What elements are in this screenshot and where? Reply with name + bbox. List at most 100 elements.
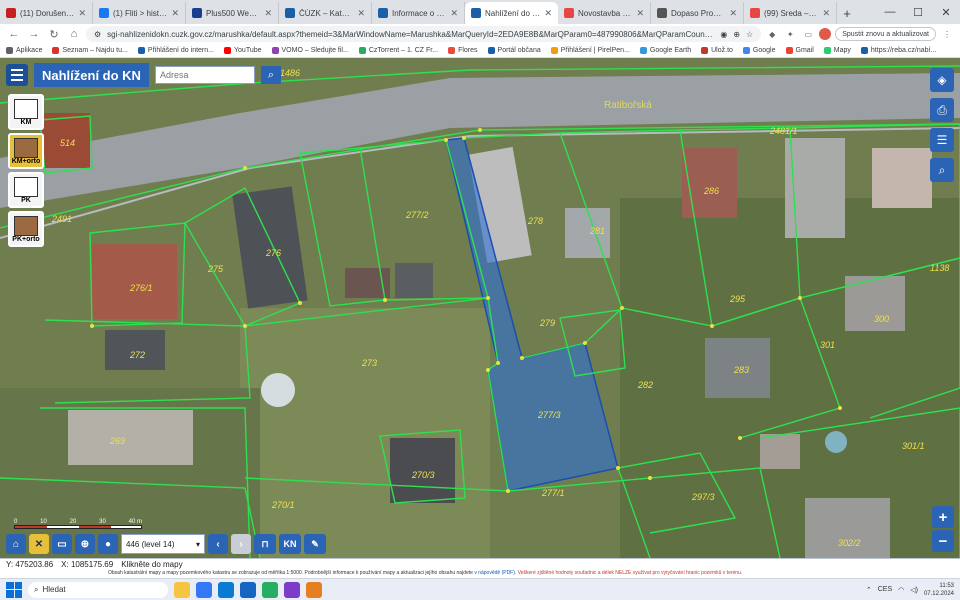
site-info-icon[interactable]: ⚙	[94, 30, 101, 39]
parcel-label[interactable]: 514	[60, 138, 75, 148]
next-view-button[interactable]: ›	[231, 534, 251, 554]
parcel-label[interactable]: 1138	[930, 263, 949, 273]
crosshair-icon[interactable]: ⊕	[75, 534, 95, 554]
parcel-label[interactable]: 301/1	[902, 441, 925, 451]
bookmark-item[interactable]: Seznam – Najdu tu...	[52, 47, 128, 54]
browser-tab[interactable]: (99) Sreda – Lu... ✕	[744, 2, 837, 24]
parcel-label[interactable]: 272	[130, 350, 145, 360]
update-button[interactable]: Spustit znovu a aktualizovat	[835, 27, 936, 41]
edge-icon[interactable]	[218, 581, 234, 598]
parcel-label[interactable]: 1486	[280, 68, 300, 78]
browser-tab[interactable]: Plus500 Webová plo... ✕	[186, 2, 279, 24]
browser-tab[interactable]: Nahlížení do katastr...✕	[465, 2, 558, 24]
chevron-up-icon[interactable]: ⌃	[866, 586, 872, 594]
scale-select[interactable]: 446 (level 14) ▾	[121, 534, 205, 554]
parcel-label[interactable]: 295	[730, 294, 745, 304]
parcel-label[interactable]: 301	[820, 340, 835, 350]
feedback-icon[interactable]: ✎	[304, 534, 326, 554]
windows-start-icon[interactable]	[6, 581, 22, 598]
parcel-label[interactable]: 270/3	[412, 470, 435, 480]
omnibox[interactable]: ⚙ sgi-nahlizenidokn.cuzk.gov.cz/marushka…	[86, 26, 762, 42]
location-pin-icon[interactable]: ●	[98, 534, 118, 554]
zoom-out-button[interactable]: −	[932, 530, 954, 552]
parcel-label[interactable]: 282	[638, 380, 653, 390]
fullscreen-icon[interactable]: ▭	[52, 534, 72, 554]
parcel-label[interactable]: 2491	[52, 214, 72, 224]
parcel-label[interactable]: 278	[528, 216, 543, 226]
legend-icon[interactable]: ☰	[930, 128, 954, 152]
bookmark-item[interactable]: VOMO – Sledujte fil...	[271, 47, 349, 54]
volume-icon[interactable]: ◁)	[910, 586, 918, 594]
bookmark-item[interactable]: Přihlášení | PirelPen...	[550, 47, 630, 54]
new-tab-button[interactable]: +	[837, 2, 857, 24]
bookmark-item[interactable]: Flores	[448, 47, 478, 54]
parcel-label[interactable]: 276	[266, 248, 281, 258]
parcel-label[interactable]: 302/2	[838, 538, 861, 548]
search-map-icon[interactable]: ⌕	[930, 158, 954, 182]
chrome-icon[interactable]	[196, 581, 212, 598]
bookmark-item[interactable]: Aplikace	[6, 47, 42, 54]
search-icon[interactable]: ⌕	[260, 66, 281, 84]
menu-kebab-icon[interactable]: ⋮	[940, 27, 954, 41]
layer-button[interactable]: PK	[8, 172, 44, 208]
bookmark-item[interactable]: Portál občana	[487, 47, 541, 54]
parcel-label[interactable]: 281	[590, 226, 605, 236]
home-extent-icon[interactable]: ⌂	[6, 534, 26, 554]
cursor-tool-icon[interactable]: ✕	[29, 534, 49, 554]
tab-close-icon[interactable]: ✕	[264, 8, 272, 19]
profile-avatar[interactable]	[819, 28, 832, 40]
browser-tab[interactable]: Dopaso Property – vi... ✕	[651, 2, 744, 24]
layers-icon[interactable]: ◈	[930, 68, 954, 92]
parcel-label[interactable]: 277/3	[538, 410, 561, 420]
sidepanel-icon[interactable]: ▭	[801, 27, 815, 41]
bookmark-item[interactable]: YouTube	[224, 47, 262, 54]
map-canvas[interactable]	[0, 58, 960, 558]
help-pdf-link[interactable]: v nápovědě (PDF)	[474, 570, 515, 576]
tab-close-icon[interactable]: ✕	[729, 8, 737, 19]
back-icon[interactable]: ←	[6, 26, 22, 42]
extension-icon[interactable]: ◆	[765, 27, 779, 41]
parcel-label[interactable]: 276/1	[130, 283, 153, 293]
bookmark-item[interactable]: Mapy	[823, 47, 851, 54]
address-search-input[interactable]	[154, 66, 255, 84]
parcel-label[interactable]: 300	[874, 314, 889, 324]
layer-button[interactable]: KM+orto	[8, 133, 44, 169]
tab-close-icon[interactable]: ✕	[822, 8, 830, 19]
parcel-label[interactable]: 273	[362, 358, 377, 368]
app-icon[interactable]	[306, 581, 322, 598]
browser-tab[interactable]: Informace o pozemku ✕	[372, 2, 465, 24]
browser-tab[interactable]: (11) Dorušená – Sez... ✕	[0, 2, 93, 24]
parcel-label[interactable]: 286	[704, 186, 719, 196]
location-icon[interactable]: ◉	[720, 30, 727, 39]
parcel-label[interactable]: 2481/1	[770, 126, 798, 136]
previous-view-button[interactable]: ‹	[208, 534, 228, 554]
forward-icon[interactable]: →	[26, 26, 42, 42]
extensions-puzzle-icon[interactable]: ✦	[783, 27, 797, 41]
outlook-icon[interactable]	[240, 581, 256, 598]
parcel-label[interactable]: 297/3	[692, 492, 715, 502]
bookmark-item[interactable]: Google	[742, 47, 776, 54]
measure-icon[interactable]: ⊓	[254, 534, 276, 554]
reload-icon[interactable]: ↻	[46, 26, 62, 42]
tab-close-icon[interactable]: ✕	[357, 8, 365, 19]
browser-tab[interactable]: Novostavba na prod... ✕	[558, 2, 651, 24]
parcel-label[interactable]: 279	[540, 318, 555, 328]
close-window-icon[interactable]: ✕	[932, 0, 960, 24]
store-icon[interactable]	[262, 581, 278, 598]
file-explorer-icon[interactable]	[174, 581, 190, 598]
parcel-label[interactable]: 270/1	[272, 500, 295, 510]
bookmark-item[interactable]: CzTorrent – 1. CZ Fr...	[358, 47, 438, 54]
zoom-icon[interactable]: ⊕	[733, 30, 740, 39]
bookmark-item[interactable]: https://reba.cz/nabí...	[860, 47, 936, 54]
bookmark-item[interactable]: Přihlášení do intern...	[137, 47, 214, 54]
minimize-icon[interactable]: —	[876, 0, 904, 24]
bookmark-item[interactable]: Ulož.to	[701, 47, 733, 54]
parcel-label[interactable]: 275	[208, 264, 223, 274]
parcel-label[interactable]: 269	[110, 436, 125, 446]
tab-close-icon[interactable]: ✕	[544, 8, 552, 19]
zoom-in-button[interactable]: +	[932, 506, 954, 528]
layer-button[interactable]: KM	[8, 94, 44, 130]
bookmark-item[interactable]: Google Earth	[639, 47, 691, 54]
language-indicator[interactable]: CES	[878, 586, 892, 593]
menu-hamburger-icon[interactable]	[6, 64, 28, 86]
